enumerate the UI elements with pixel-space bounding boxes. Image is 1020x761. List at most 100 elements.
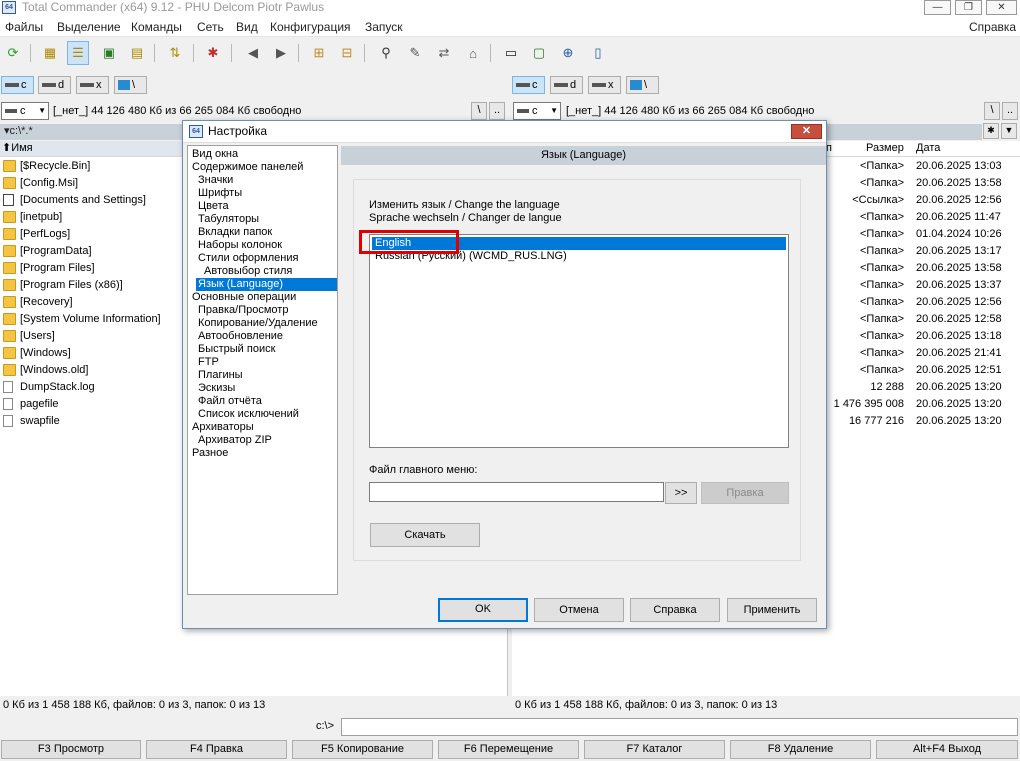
menu-help[interactable]: Справка <box>969 19 1016 35</box>
apply-button[interactable]: Применить <box>727 598 817 622</box>
right-history-button[interactable]: ▼ <box>1001 123 1017 139</box>
pack-icon[interactable]: ⊞ <box>308 41 330 65</box>
nav-item[interactable]: Цвета <box>196 200 231 213</box>
left-drive-x-button[interactable]: x <box>76 76 109 94</box>
cancel-button[interactable]: Отмена <box>534 598 624 622</box>
menu-start[interactable]: Запуск <box>365 19 403 35</box>
nav-item[interactable]: Вкладки папок <box>196 226 274 239</box>
left-drive-network-button[interactable]: \ <box>114 76 147 94</box>
monitor-icon[interactable]: ▢ <box>528 41 550 65</box>
maximize-button[interactable]: ❐ <box>955 0 982 15</box>
right-column-date[interactable]: Дата <box>916 141 940 156</box>
nav-item[interactable]: Табуляторы <box>196 213 261 226</box>
notepad-icon[interactable]: ▯ <box>587 41 609 65</box>
help-button[interactable]: Справка <box>630 598 720 622</box>
file-name: pagefile <box>20 398 59 410</box>
f5-copy-button[interactable]: F5 Копирование <box>292 740 433 759</box>
menu-files[interactable]: Файлы <box>5 19 43 35</box>
nav-item[interactable]: Содержимое панелей <box>190 161 305 174</box>
tree-view-icon[interactable]: ▤ <box>126 41 148 65</box>
invert-selection-icon[interactable]: ⇅ <box>164 41 186 65</box>
nav-item[interactable]: Эскизы <box>196 382 237 395</box>
network-icon[interactable]: ⊕ <box>557 41 579 65</box>
right-root-button[interactable]: \ <box>984 102 1000 120</box>
f7-mkdir-button[interactable]: F7 Каталог <box>584 740 725 759</box>
folder-icon <box>3 330 16 342</box>
f6-move-button[interactable]: F6 Перемещение <box>438 740 579 759</box>
nav-item[interactable]: Значки <box>196 174 235 187</box>
minimize-button[interactable]: — <box>924 0 951 15</box>
nav-item[interactable]: Шрифты <box>196 187 244 200</box>
folder-icon <box>3 347 16 359</box>
back-icon[interactable]: ◀ <box>242 41 264 65</box>
nav-item[interactable]: Вид окна <box>190 148 240 161</box>
nav-item[interactable]: Правка/Просмотр <box>196 304 290 317</box>
menu-file-input[interactable] <box>369 482 664 502</box>
nav-item[interactable]: Основные операции <box>190 291 298 304</box>
menu-selection[interactable]: Выделение <box>57 19 121 35</box>
file-size: <Папка> <box>860 228 904 240</box>
left-root-button[interactable]: \ <box>471 102 487 120</box>
language-list[interactable]: English Russian (Русский) (WCMD_RUS.LNG) <box>369 234 789 448</box>
menu-view[interactable]: Вид <box>236 19 258 35</box>
unpack-icon[interactable]: ⊟ <box>336 41 358 65</box>
full-view-icon[interactable]: ☰ <box>67 41 89 65</box>
right-drive-x-button[interactable]: x <box>588 76 621 94</box>
menu-configuration[interactable]: Конфигурация <box>270 19 351 35</box>
left-drive-d-button[interactable]: d <box>38 76 71 94</box>
file-size: <Папка> <box>860 262 904 274</box>
right-up-button[interactable]: .. <box>1002 102 1018 120</box>
left-free-space: [_нет_] 44 126 480 Кб из 66 265 084 Кб с… <box>53 105 302 117</box>
ok-button[interactable]: OK <box>438 598 528 622</box>
nav-item[interactable]: Файл отчёта <box>196 395 264 408</box>
right-drive-c-button[interactable]: c <box>512 76 545 94</box>
brief-view-icon[interactable]: ▦ <box>39 41 61 65</box>
menu-net[interactable]: Сеть <box>197 19 224 35</box>
nav-item[interactable]: FTP <box>196 356 221 369</box>
left-drive-c-button[interactable]: c <box>1 76 34 94</box>
right-drive-combo[interactable]: c ▼ <box>513 102 561 120</box>
nav-item[interactable]: Архиватор ZIP <box>196 434 274 447</box>
left-drive-combo[interactable]: c ▼ <box>1 102 49 120</box>
select-icon[interactable]: ✱ <box>202 41 224 65</box>
altf4-exit-button[interactable]: Alt+F4 Выход <box>876 740 1018 759</box>
nav-item[interactable]: Разное <box>190 447 230 460</box>
forward-icon[interactable]: ▶ <box>270 41 292 65</box>
download-button[interactable]: Скачать <box>370 523 480 547</box>
nav-item[interactable]: Быстрый поиск <box>196 343 277 356</box>
right-drive-network-button[interactable]: \ <box>626 76 659 94</box>
menu-commands[interactable]: Команды <box>131 19 182 35</box>
edit-menu-button[interactable]: Правка <box>701 482 789 504</box>
f8-delete-button[interactable]: F8 Удаление <box>730 740 871 759</box>
command-prompt-icon[interactable]: ▭ <box>500 41 522 65</box>
nav-item[interactable]: Копирование/Удаление <box>196 317 320 330</box>
multi-rename-icon[interactable]: ✎ <box>404 41 426 65</box>
nav-item[interactable]: Язык (Language) <box>196 278 337 291</box>
right-drive-d-button[interactable]: d <box>550 76 583 94</box>
thumbnails-icon[interactable]: ▣ <box>98 41 120 65</box>
settings-nav-tree[interactable]: Вид окна Содержимое панелей Значки Шрифты Цв… <box>187 145 338 595</box>
left-up-button[interactable]: .. <box>489 102 505 120</box>
nav-item[interactable]: Список исключений <box>196 408 301 421</box>
nav-item[interactable]: Архиваторы <box>190 421 256 434</box>
refresh-icon[interactable]: ⟳ <box>2 41 24 65</box>
search-icon[interactable]: ⚲ <box>375 41 397 65</box>
right-favorites-button[interactable]: ✱ <box>983 123 999 139</box>
f4-edit-button[interactable]: F4 Правка <box>146 740 287 759</box>
sync-dirs-icon[interactable]: ⇄ <box>433 41 455 65</box>
command-line-input[interactable] <box>341 718 1018 736</box>
folder-icon <box>3 194 14 206</box>
nav-item[interactable]: Плагины <box>196 369 245 382</box>
browse-button[interactable]: >> <box>665 482 697 504</box>
right-column-size[interactable]: Размер <box>866 141 904 156</box>
ftp-icon[interactable]: ⌂ <box>462 41 484 65</box>
file-date: 20.06.2025 11:47 <box>916 211 1001 223</box>
dialog-close-button[interactable]: ✕ <box>791 124 822 139</box>
chevron-down-icon: ▼ <box>38 106 46 115</box>
f3-view-button[interactable]: F3 Просмотр <box>1 740 141 759</box>
nav-item[interactable]: Наборы колонок <box>196 239 284 252</box>
nav-item[interactable]: Стили оформления <box>196 252 300 265</box>
close-button[interactable]: ✕ <box>986 0 1017 15</box>
nav-item[interactable]: Автообновление <box>196 330 285 343</box>
nav-item[interactable]: Автовыбор стиля <box>202 265 294 278</box>
